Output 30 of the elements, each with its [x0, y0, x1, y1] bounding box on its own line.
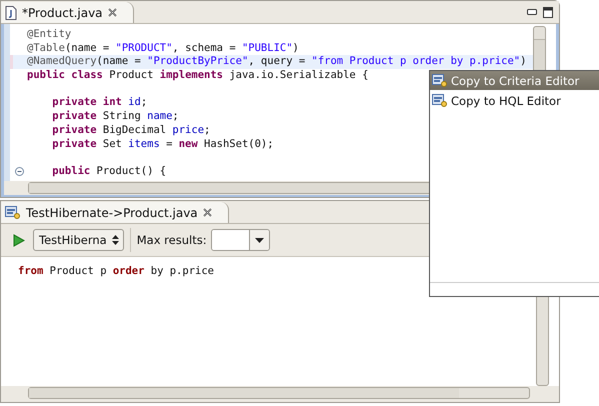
- code-line: public Product() {: [51, 164, 166, 179]
- code-line: private BigDecimal price;: [51, 124, 210, 138]
- query-editor-icon: [5, 206, 21, 220]
- max-results-field[interactable]: [210, 229, 270, 251]
- maximize-icon[interactable]: [543, 6, 553, 18]
- code-line: @Table(name = "PRODUCT", schema = "PUBLIC"): [26, 42, 299, 56]
- close-icon[interactable]: [202, 208, 212, 217]
- editor-tab[interactable]: TestHibernate->Product.java: [1, 202, 229, 223]
- menu-item[interactable]: Copy to Criteria Editor: [430, 71, 599, 90]
- code-line: private Set items = new HashSet(0);: [51, 138, 274, 152]
- run-icon[interactable]: [13, 234, 25, 246]
- configuration-dropdown[interactable]: TestHiberna: [33, 229, 124, 251]
- code-line: from Product p order by p.price: [17, 265, 214, 279]
- code-line: private int id;: [51, 96, 148, 110]
- collapse-icon[interactable]: [14, 167, 24, 176]
- close-icon[interactable]: [108, 8, 117, 17]
- java-file-icon: [5, 6, 17, 20]
- code-line: public class Product implements java.io.Serializable {: [26, 69, 368, 83]
- minimize-icon[interactable]: [527, 9, 537, 15]
- code-line: @NamedQuery(name = "ProductByPrice", query = "from Product p order by p.price"): [26, 55, 526, 70]
- code-line: @Entity: [26, 28, 72, 42]
- spinner-arrows-icon: [112, 234, 119, 246]
- max-results-label: Max results:: [136, 233, 207, 247]
- dropdown-arrow-icon[interactable]: [254, 238, 264, 242]
- menu-item[interactable]: Copy to HQL Editor: [430, 91, 599, 110]
- code-line: private String name;: [51, 110, 179, 124]
- query-editor-icon: [432, 74, 448, 88]
- editor-tab[interactable]: *Product.java: [1, 2, 134, 23]
- horizontal-scrollbar[interactable]: [28, 387, 530, 399]
- query-editor-icon: [432, 94, 448, 108]
